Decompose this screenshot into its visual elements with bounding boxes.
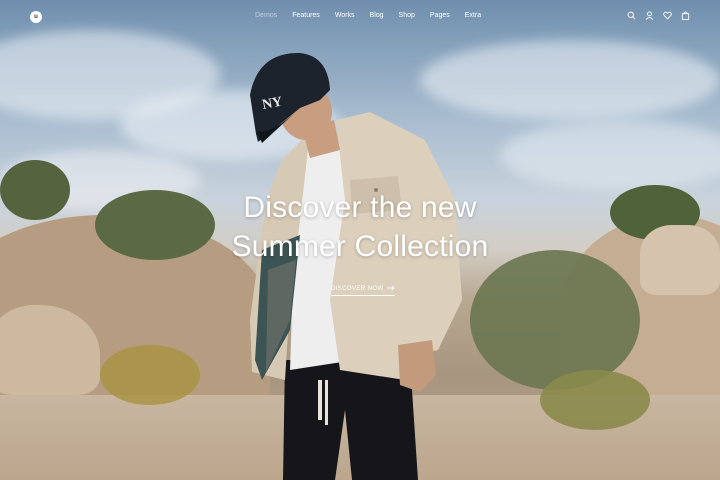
nav-item-pages[interactable]: Pages [430, 12, 450, 19]
nav-item-demos[interactable]: Demos [255, 12, 277, 19]
arrow-right-icon [387, 285, 396, 293]
nav-item-extra[interactable]: Extra [465, 12, 481, 19]
site-logo[interactable]: u [30, 11, 42, 23]
bag-icon[interactable] [681, 11, 690, 20]
user-icon[interactable] [645, 11, 654, 20]
search-icon[interactable] [627, 11, 636, 20]
main-menu: Demos Features Works Blog Shop Pages Ext… [255, 12, 496, 19]
hero-headline-line2: Summer Collection [231, 230, 489, 263]
header-tools [627, 11, 690, 20]
nav-item-works[interactable]: Works [335, 12, 355, 19]
nav-item-features[interactable]: Features [292, 12, 320, 19]
logo-letter: u [34, 14, 38, 20]
nav-item-blog[interactable]: Blog [370, 12, 384, 19]
nav-item-shop[interactable]: Shop [399, 12, 415, 19]
discover-now-button[interactable]: DISCOVER NOW [331, 285, 396, 296]
hero-headline-line1: Discover the new [243, 191, 477, 224]
top-navigation: u Demos Features Works Blog Shop Pages E… [0, 0, 720, 34]
discover-now-label: DISCOVER NOW [331, 286, 384, 292]
hero-section: NY u Demos Features Works Blog Shop Page… [0, 0, 720, 480]
heart-icon[interactable] [663, 11, 672, 20]
